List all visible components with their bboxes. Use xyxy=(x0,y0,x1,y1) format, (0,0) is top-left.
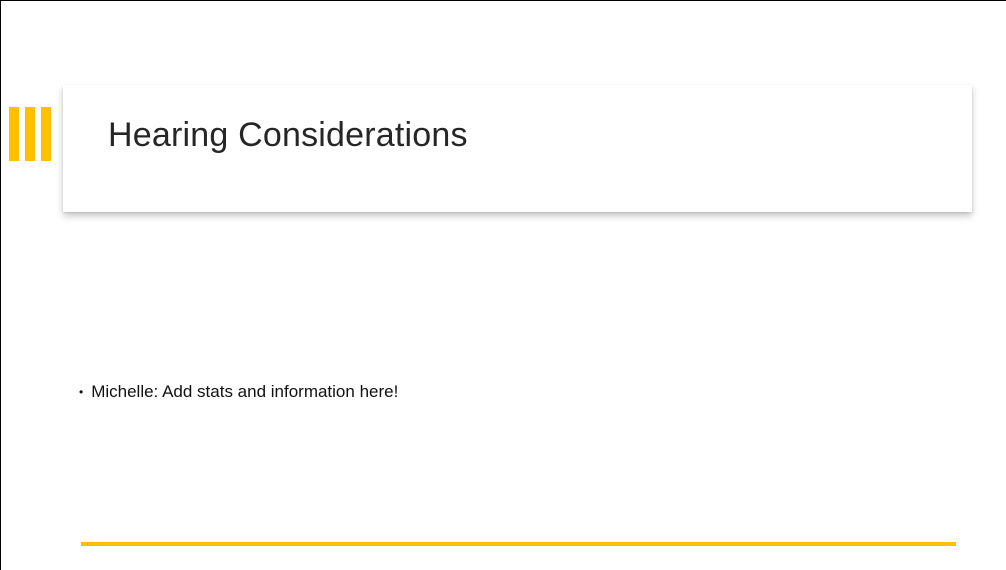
accent-bar xyxy=(25,107,35,161)
slide-title: Hearing Considerations xyxy=(108,116,468,154)
bullet-item: • Michelle: Add stats and information he… xyxy=(79,382,398,402)
bullet-text: Michelle: Add stats and information here… xyxy=(91,382,399,401)
bullet-list: • Michelle: Add stats and information he… xyxy=(79,382,398,402)
footer-accent-line xyxy=(81,542,956,546)
accent-bar xyxy=(41,107,51,161)
title-card: Hearing Considerations xyxy=(63,85,972,212)
title-accent-bars xyxy=(9,107,61,161)
accent-bar xyxy=(9,107,19,161)
bullet-marker: • xyxy=(79,385,84,399)
slide: Hearing Considerations • Michelle: Add s… xyxy=(0,0,1006,570)
